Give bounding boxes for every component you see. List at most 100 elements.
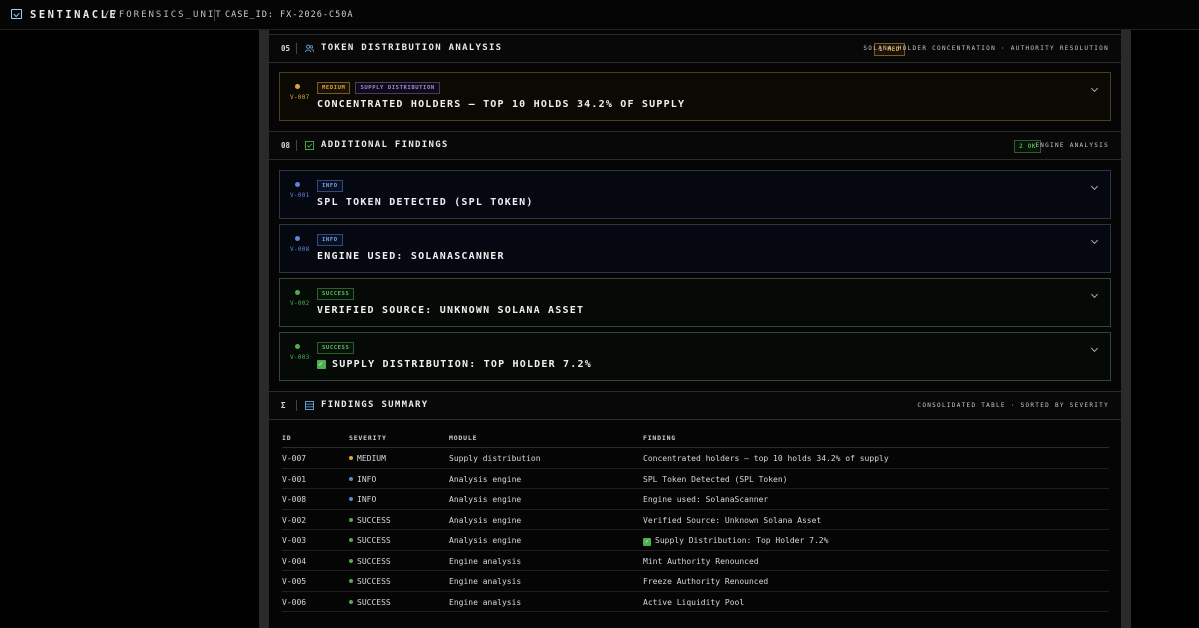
cell-module: Analysis engine xyxy=(449,474,522,484)
section-description: CONSOLIDATED TABLE · SORTED BY SEVERITY xyxy=(917,402,1109,409)
cell-finding: Mint Authority Renounced xyxy=(643,557,759,566)
cell-module: Engine analysis xyxy=(449,597,522,607)
users-icon xyxy=(305,44,314,53)
finding-text: Freeze Authority Renounced xyxy=(643,577,769,586)
chevron-down-icon[interactable] xyxy=(1090,290,1099,299)
finding-text: Concentrated holders — top 10 holds 34.2… xyxy=(643,454,889,463)
cell-severity: SUCCESS xyxy=(349,516,391,525)
cell-id: V-004 xyxy=(282,556,307,566)
cell-finding: SPL Token Detected (SPL Token) xyxy=(643,475,788,484)
finding-id: V-007 xyxy=(290,94,310,101)
severity-dot xyxy=(349,599,353,604)
cell-finding: Active Liquidity Pool xyxy=(643,598,744,607)
chevron-down-icon[interactable] xyxy=(1090,84,1099,93)
table-row[interactable]: V-006 SUCCESS Engine analysis Active Liquid… xyxy=(282,592,1109,612)
cell-id: V-006 xyxy=(282,597,307,607)
cell-severity: INFO xyxy=(349,475,376,484)
chevron-down-icon[interactable] xyxy=(1090,236,1099,245)
finding-text: Mint Authority Renounced xyxy=(643,556,759,566)
severity-tag: INFO xyxy=(317,180,343,192)
finding-text: Verified Source: Unknown Solana Asset xyxy=(643,515,822,525)
cell-finding: ✓ Supply Distribution: Top Holder 7.2% xyxy=(643,536,828,546)
cell-module: Analysis engine xyxy=(449,515,522,525)
finding-text: Active Liquidity Pool xyxy=(643,597,745,607)
cell-severity: INFO xyxy=(349,495,376,504)
section-title: TOKEN DISTRIBUTION ANALYSIS xyxy=(321,43,503,53)
section-token-distribution[interactable]: 05 TOKEN DISTRIBUTION ANALYSIS 1 MED SOL… xyxy=(269,34,1121,63)
cell-finding: Verified Source: Unknown Solana Asset xyxy=(643,516,821,525)
case-id: CASE_ID: FX-2026-C50A xyxy=(225,10,354,20)
severity-label: SUCCESS xyxy=(357,536,391,545)
severity-dot xyxy=(349,558,353,563)
cell-module: Engine analysis xyxy=(449,577,522,586)
table-row[interactable]: V-008 INFO Analysis engine Engine used: Sol… xyxy=(282,489,1109,510)
cell-finding: Concentrated holders — top 10 holds 34.2… xyxy=(643,454,889,463)
severity-dot xyxy=(349,497,353,501)
column-header-finding[interactable]: FINDING xyxy=(643,434,676,442)
cell-severity: SUCCESS xyxy=(349,598,391,607)
column-header-module[interactable]: MODULE xyxy=(449,434,477,442)
cell-severity: SUCCESS xyxy=(349,536,391,545)
severity-dot xyxy=(295,344,300,349)
severity-tag: SUCCESS xyxy=(317,342,355,354)
finding-title: SPL TOKEN DETECTED (SPL TOKEN) xyxy=(317,197,534,208)
section-findings-summary[interactable]: Σ FINDINGS SUMMARY CONSOLIDATED TABLE · … xyxy=(269,391,1121,420)
severity-dot xyxy=(349,538,353,542)
finding-card[interactable]: V-008 INFO ENGINE USED: SOLANASCANNER xyxy=(279,224,1111,273)
finding-title-text: SUPPLY DISTRIBUTION: TOP HOLDER 7.2% xyxy=(332,359,592,370)
section-number: 05 xyxy=(281,44,291,53)
severity-label: SUCCESS xyxy=(357,597,391,607)
chevron-down-icon[interactable] xyxy=(1090,182,1099,191)
check-mark-icon: ✓ xyxy=(317,360,326,369)
severity-label: SUCCESS xyxy=(357,577,391,586)
finding-card[interactable]: V-003 SUCCESS ✓ SUPPLY DISTRIBUTION: TOP … xyxy=(279,332,1111,381)
cell-id: V-008 xyxy=(282,495,307,504)
severity-tag: MEDIUM xyxy=(317,82,351,94)
finding-title: ✓ SUPPLY DISTRIBUTION: TOP HOLDER 7.2% xyxy=(317,359,592,370)
cell-severity: MEDIUM xyxy=(349,454,386,463)
cell-finding: Engine used: SolanaScanner xyxy=(643,495,768,504)
severity-dot xyxy=(295,182,300,187)
table-header: ID SEVERITY MODULE FINDING xyxy=(282,428,1109,448)
finding-title: CONCENTRATED HOLDERS — TOP 10 HOLDS 34.2… xyxy=(317,99,686,110)
finding-id: V-003 xyxy=(290,354,310,361)
table-row[interactable]: V-001 INFO Analysis engine SPL Token Detect… xyxy=(282,469,1109,489)
terminal-icon xyxy=(11,9,22,19)
severity-dot xyxy=(349,579,353,583)
finding-id: V-001 xyxy=(290,192,310,199)
section-number: Σ xyxy=(281,401,286,410)
severity-dot xyxy=(295,236,300,241)
section-description: ENGINE ANALYSIS xyxy=(1035,142,1109,149)
cell-id: V-002 xyxy=(282,515,307,525)
scrollbar[interactable] xyxy=(1121,30,1131,628)
divider xyxy=(296,140,297,151)
cell-module: Engine analysis xyxy=(449,556,522,566)
severity-label: INFO xyxy=(357,474,377,484)
table-row[interactable]: V-005 SUCCESS Engine analysis Freeze Author… xyxy=(282,571,1109,592)
severity-label: INFO xyxy=(357,495,377,504)
divider xyxy=(296,400,297,411)
column-header-severity[interactable]: SEVERITY xyxy=(349,434,387,442)
finding-text: Engine used: SolanaScanner xyxy=(643,495,769,504)
cell-finding: Freeze Authority Renounced xyxy=(643,577,768,586)
brand-subtitle: //FORENSICS_UNIT xyxy=(104,10,223,20)
finding-card[interactable]: V-007 MEDIUM SUPPLY DISTRIBUTION CONCENT… xyxy=(279,72,1111,121)
cell-module: Supply distribution xyxy=(449,454,541,463)
column-header-id[interactable]: ID xyxy=(282,434,291,442)
section-description: SOLANA HOLDER CONCENTRATION · AUTHORITY … xyxy=(863,45,1109,52)
table-row[interactable]: V-007 MEDIUM Supply distribution Concentrat… xyxy=(282,448,1109,469)
check-mark-icon: ✓ xyxy=(643,538,651,546)
finding-card[interactable]: V-002 SUCCESS VERIFIED SOURCE: UNKNOWN S… xyxy=(279,278,1111,327)
chevron-down-icon[interactable] xyxy=(1090,344,1099,353)
severity-dot xyxy=(349,517,353,522)
section-additional-findings[interactable]: 08 ADDITIONAL FINDINGS 2 OK ENGINE ANALY… xyxy=(269,131,1121,160)
table-row[interactable]: V-004 SUCCESS Engine analysis Mint Authorit… xyxy=(282,551,1109,571)
cell-id: V-001 xyxy=(282,474,307,484)
severity-dot xyxy=(349,476,353,481)
table-row[interactable]: V-003 SUCCESS Analysis engine ✓ Supply Distr… xyxy=(282,530,1109,551)
severity-dot xyxy=(295,290,300,295)
finding-card[interactable]: V-001 INFO SPL TOKEN DETECTED (SPL TOKEN… xyxy=(279,170,1111,219)
finding-title: VERIFIED SOURCE: UNKNOWN SOLANA ASSET xyxy=(317,305,585,316)
section-title: FINDINGS SUMMARY xyxy=(321,400,429,410)
table-row[interactable]: V-002 SUCCESS Analysis engine Verified Sour… xyxy=(282,510,1109,530)
